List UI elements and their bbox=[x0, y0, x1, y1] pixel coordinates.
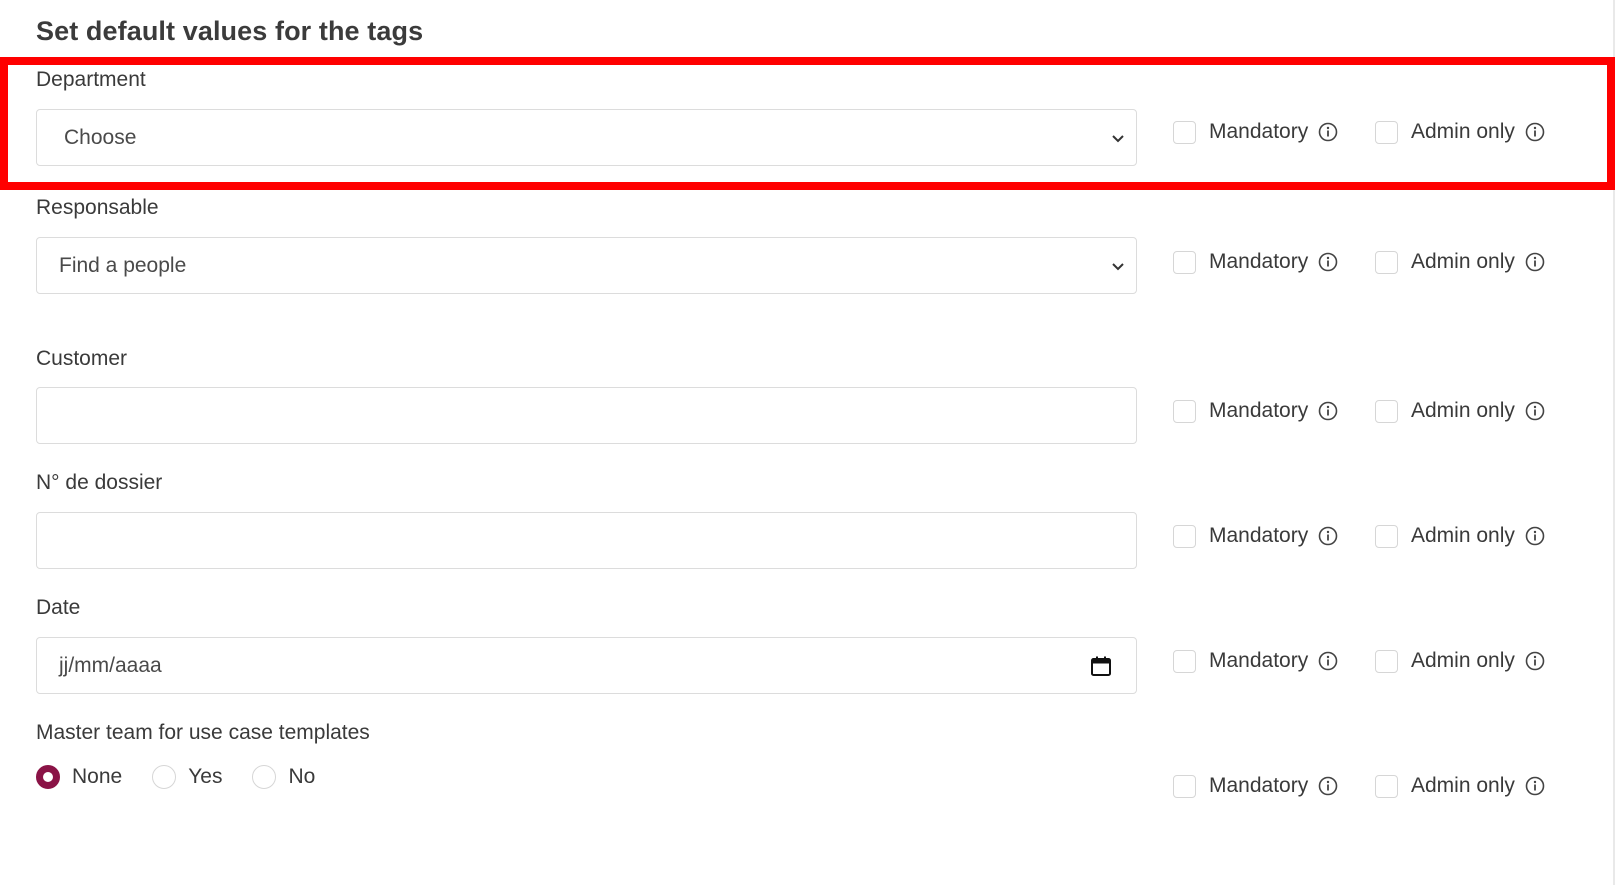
dossier-admin-only-checkbox[interactable] bbox=[1375, 524, 1398, 548]
radio-option-no[interactable]: No bbox=[252, 765, 315, 789]
admin-only-label: Admin only bbox=[1411, 524, 1515, 547]
admin-only-label: Admin only bbox=[1411, 250, 1515, 273]
info-icon[interactable] bbox=[1318, 122, 1338, 142]
dossier-mandatory-checkbox[interactable] bbox=[1173, 524, 1196, 548]
dossier-mandatory-option[interactable]: Mandatory bbox=[1173, 524, 1338, 548]
mandatory-label: Mandatory bbox=[1209, 774, 1309, 797]
mandatory-label: Mandatory bbox=[1209, 524, 1309, 547]
date-mandatory-checkbox[interactable] bbox=[1173, 649, 1196, 673]
master-team-radio-group: None Yes No bbox=[36, 765, 345, 789]
department-mandatory-option[interactable]: Mandatory bbox=[1173, 120, 1338, 144]
master-team-mandatory-option[interactable]: Mandatory bbox=[1173, 774, 1338, 798]
info-icon[interactable] bbox=[1318, 252, 1338, 272]
date-label: Date bbox=[36, 596, 81, 619]
admin-only-label: Admin only bbox=[1411, 120, 1515, 143]
master-team-mandatory-checkbox[interactable] bbox=[1173, 774, 1196, 798]
responsable-admin-only-option[interactable]: Admin only bbox=[1375, 250, 1545, 274]
date-input[interactable]: jj/mm/aaaa bbox=[36, 637, 1137, 694]
info-icon[interactable] bbox=[1525, 252, 1545, 272]
radio-no[interactable] bbox=[252, 765, 277, 789]
dossier-admin-only-option[interactable]: Admin only bbox=[1375, 524, 1545, 548]
chevron-down-icon bbox=[1112, 134, 1124, 142]
admin-only-label: Admin only bbox=[1411, 399, 1515, 422]
page-title: Set default values for the tags bbox=[36, 16, 424, 46]
dossier-input[interactable] bbox=[36, 512, 1137, 569]
customer-admin-only-option[interactable]: Admin only bbox=[1375, 399, 1545, 423]
date-admin-only-option[interactable]: Admin only bbox=[1375, 649, 1545, 673]
date-mandatory-option[interactable]: Mandatory bbox=[1173, 649, 1338, 673]
department-admin-only-checkbox[interactable] bbox=[1375, 120, 1398, 144]
radio-none[interactable] bbox=[36, 765, 60, 789]
responsable-select[interactable]: Find a people bbox=[36, 237, 1137, 294]
info-icon[interactable] bbox=[1525, 122, 1545, 142]
radio-yes[interactable] bbox=[152, 765, 177, 789]
info-icon[interactable] bbox=[1318, 401, 1338, 421]
radio-yes-label: Yes bbox=[188, 765, 223, 788]
department-select[interactable]: Choose bbox=[36, 109, 1137, 166]
responsable-select-value: Find a people bbox=[59, 253, 187, 277]
info-icon[interactable] bbox=[1318, 776, 1338, 796]
mandatory-label: Mandatory bbox=[1209, 399, 1309, 422]
info-icon[interactable] bbox=[1525, 776, 1545, 796]
department-admin-only-option[interactable]: Admin only bbox=[1375, 120, 1545, 144]
customer-label: Customer bbox=[36, 347, 128, 370]
date-input-value: jj/mm/aaaa bbox=[59, 653, 162, 677]
admin-only-label: Admin only bbox=[1411, 774, 1515, 797]
radio-option-none[interactable]: None bbox=[36, 765, 122, 789]
mandatory-label: Mandatory bbox=[1209, 120, 1309, 143]
dossier-label: N° de dossier bbox=[36, 471, 163, 494]
department-select-value: Choose bbox=[64, 125, 137, 149]
master-team-label: Master team for use case templates bbox=[36, 721, 370, 744]
radio-none-label: None bbox=[72, 765, 123, 788]
info-icon[interactable] bbox=[1318, 651, 1338, 671]
customer-input[interactable] bbox=[36, 387, 1137, 444]
admin-only-label: Admin only bbox=[1411, 649, 1515, 672]
info-icon[interactable] bbox=[1525, 401, 1545, 421]
mandatory-label: Mandatory bbox=[1209, 250, 1309, 273]
master-team-admin-only-option[interactable]: Admin only bbox=[1375, 774, 1545, 798]
date-admin-only-checkbox[interactable] bbox=[1375, 649, 1398, 673]
radio-no-label: No bbox=[288, 765, 316, 788]
chevron-down-icon bbox=[1112, 262, 1124, 270]
department-label: Department bbox=[36, 68, 146, 91]
customer-mandatory-checkbox[interactable] bbox=[1173, 399, 1196, 423]
responsable-admin-only-checkbox[interactable] bbox=[1375, 250, 1398, 274]
responsable-mandatory-checkbox[interactable] bbox=[1173, 250, 1196, 274]
info-icon[interactable] bbox=[1525, 526, 1545, 546]
tag-defaults-page: Set default values for the tags Departme… bbox=[0, 0, 1615, 885]
master-team-admin-only-checkbox[interactable] bbox=[1375, 774, 1398, 798]
responsable-mandatory-option[interactable]: Mandatory bbox=[1173, 250, 1338, 274]
mandatory-label: Mandatory bbox=[1209, 649, 1309, 672]
info-icon[interactable] bbox=[1525, 651, 1545, 671]
responsable-label: Responsable bbox=[36, 196, 159, 219]
info-icon[interactable] bbox=[1318, 526, 1338, 546]
customer-admin-only-checkbox[interactable] bbox=[1375, 399, 1398, 423]
calendar-icon[interactable] bbox=[1090, 655, 1112, 677]
customer-mandatory-option[interactable]: Mandatory bbox=[1173, 399, 1338, 423]
radio-option-yes[interactable]: Yes bbox=[152, 765, 222, 789]
department-mandatory-checkbox[interactable] bbox=[1173, 120, 1196, 144]
